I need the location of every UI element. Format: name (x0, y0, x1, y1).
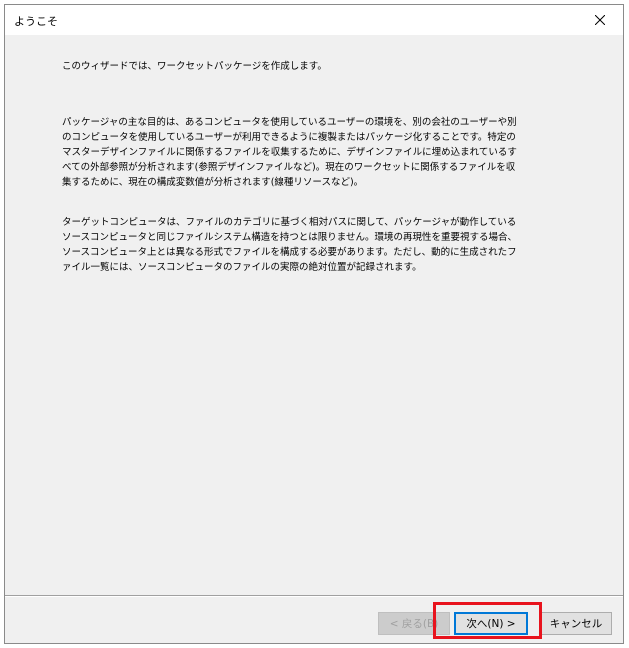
cancel-button[interactable]: キャンセル (540, 612, 612, 635)
wizard-content: このウィザードでは、ワークセットパッケージを作成します。 パッケージャの主な目的… (5, 35, 623, 596)
close-icon (595, 15, 605, 25)
close-button[interactable] (577, 5, 623, 35)
next-button[interactable]: 次へ(N) > (454, 612, 528, 635)
intro-text: このウィザードでは、ワークセットパッケージを作成します。 (62, 61, 327, 72)
back-button[interactable]: < 戻る(B) (378, 612, 450, 635)
window-title: ようこそ (14, 15, 58, 28)
purpose-text: パッケージャの主な目的は、あるコンピュータを使用しているユーザーの環境を、別の会… (62, 117, 517, 188)
target-text: ターゲットコンピュータは、ファイルのカテゴリに基づく相対パスに関して、パッケージ… (62, 217, 517, 273)
wizard-window: ようこそ このウィザードでは、ワークセットパッケージを作成します。 パッケージャ… (4, 4, 624, 644)
footer-divider (5, 595, 623, 597)
title-bar: ようこそ (5, 5, 623, 35)
